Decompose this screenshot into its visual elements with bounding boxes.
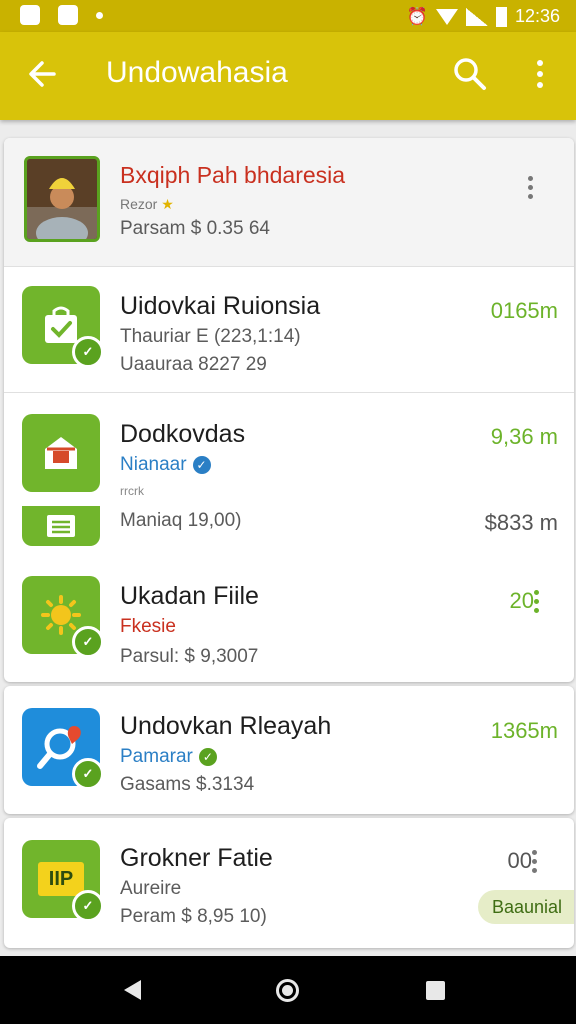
notification-dot-icon [96,11,103,19]
app-size: 20 [509,588,534,613]
app-price: Uaauraa 8227 29 [120,354,267,375]
row-more-icon[interactable] [530,850,538,873]
status-bar: ⏰ 12:36 [0,0,576,32]
location-search-icon: ✓ [22,708,104,790]
app-subtitle: Aureire [120,878,182,899]
app-subtitle: Pamarar ✓ [120,746,217,768]
alarm-icon: ⏰ [406,6,428,26]
app-card[interactable]: IIP ✓ Grokner Fatie Aureire Peram $ 8,95… [4,818,574,948]
profile-price: Parsam $ 0.35 64 [120,218,270,239]
list-item[interactable]: ✓ Ukadan Fiile Fkesie Parsul: $ 9,3007 2… [4,554,574,682]
profile-more-icon[interactable] [526,176,534,199]
app-group-card: Bxqiph Pah bhdaresia Rezor ★ Parsam $ 0.… [4,138,574,682]
verified-badge-icon: ✓ [72,890,104,922]
profile-name: Bxqiph Pah bhdaresia [120,162,346,188]
store-icon [22,414,100,492]
app-size: 00 [507,848,532,873]
app-price: Gasams $.3134 [120,774,255,795]
chat-notification-icon [58,5,78,25]
signal-icon [465,7,488,26]
list-item[interactable]: Dodkovdas Nianaar ✓ rrcrk Maniaq 19,00) 9… [4,392,574,554]
more-vert-icon[interactable] [528,54,552,94]
status-badge[interactable]: Baaunial [477,890,574,924]
app-price: Maniaq 19,00) [120,510,242,531]
app-name: Undovkan Rleayah [120,712,332,740]
app-price: Peram $ 8,95 10) [120,906,267,927]
app-size-secondary: $833 m [484,510,558,535]
app-note: rrcrk [120,484,144,498]
app-bar: Undowahasia [0,32,576,120]
document-icon: IIP ✓ [22,840,104,922]
arrow-back-icon[interactable] [24,54,60,94]
app-size: 9,36 m [490,424,558,449]
app-name: Grokner Fatie [120,844,273,872]
profile-subtitle: Rezor ★ [120,196,174,212]
nav-back-icon[interactable] [124,980,141,1000]
verified-icon: ✓ [192,455,211,474]
star-icon: ★ [161,196,174,212]
verified-icon: ✓ [198,747,217,766]
status-time: 12:36 [514,6,560,26]
battery-icon [495,6,507,27]
wifi-icon [435,8,458,25]
app-subtitle: Thauriar E (223,1:14) [120,326,301,347]
nav-recents-icon[interactable] [426,981,445,1000]
row-more-icon[interactable] [532,590,540,613]
sun-icon: ✓ [22,576,104,658]
app-price: Parsul: $ 9,3007 [120,646,259,667]
app-card[interactable]: ✓ Undovkan Rleayah Pamarar ✓ Gasams $.313… [4,686,574,814]
verified-badge-icon: ✓ [72,626,104,658]
list-item[interactable]: ✓ Uidovkai Ruionsia Thauriar E (223,1:14… [4,266,574,392]
list-icon [22,506,100,546]
app-name: Ukadan Fiile [120,582,259,610]
system-nav-bar [0,956,576,1024]
verified-badge-icon: ✓ [72,336,104,368]
profile-row[interactable]: Bxqiph Pah bhdaresia Rezor ★ Parsam $ 0.… [4,138,574,266]
app-icon-label: IIP [38,862,84,896]
app-subtitle: Nianaar ✓ [120,454,211,476]
page-title: Undowahasia [106,56,288,89]
profile-avatar [24,156,100,242]
gallery-notification-icon [20,5,40,25]
app-list: Bxqiph Pah bhdaresia Rezor ★ Parsam $ 0.… [0,120,576,956]
verified-badge-icon: ✓ [72,758,104,790]
nav-home-icon[interactable] [276,979,299,1002]
app-subtitle: Fkesie [120,616,176,637]
app-size: 1365m [490,718,558,743]
app-name: Dodkovdas [120,420,246,448]
search-icon[interactable] [450,54,490,94]
shopping-bag-icon: ✓ [22,286,104,368]
app-name: Uidovkai Ruionsia [120,292,321,320]
app-size: 0165m [490,298,558,323]
